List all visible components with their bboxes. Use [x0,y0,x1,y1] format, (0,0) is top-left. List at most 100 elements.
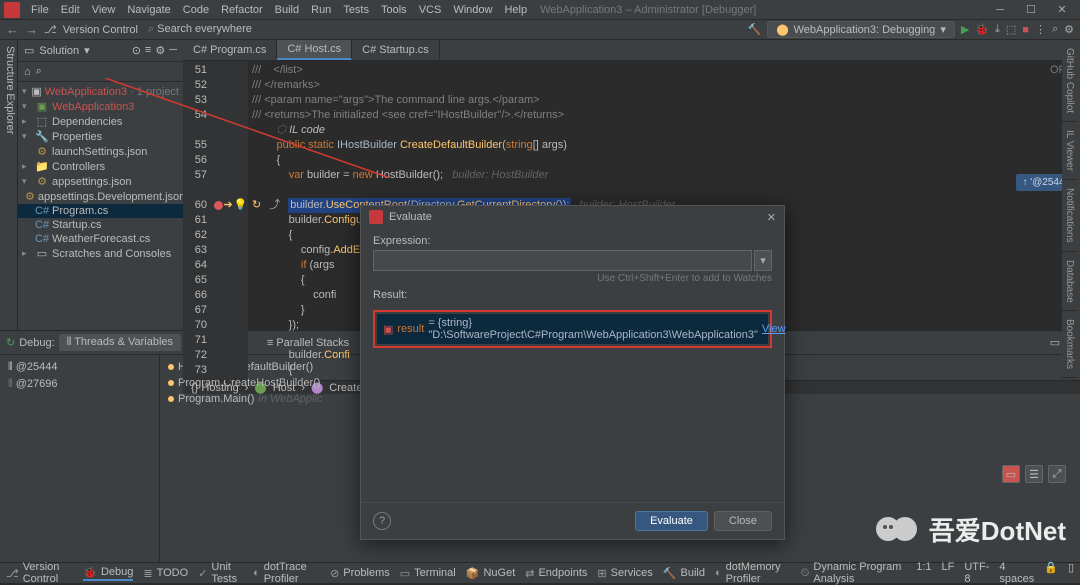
sb-services[interactable]: ⊞ Services [597,567,652,580]
close-icon[interactable]: ✕ [1048,1,1076,19]
menu-code[interactable]: Code [178,3,214,17]
sb-endpoints[interactable]: ⇄ Endpoints [525,567,587,580]
run-config-dropdown[interactable]: ⬤ WebApplication3: Debugging ▾ [767,21,955,38]
menu-run[interactable]: Run [306,3,336,17]
sb-indent[interactable]: 4 spaces [999,561,1034,585]
left-toolstrip[interactable]: Structure Explorer [0,40,18,330]
ilviewer-tab[interactable]: IL Viewer [1062,122,1077,180]
sb-enc[interactable]: UTF-8 [964,561,989,585]
evaluate-button[interactable]: Evaluate [635,511,708,531]
help-icon[interactable]: ? [373,512,391,530]
bookmarks-tab[interactable]: Bookmarks [1062,311,1077,378]
sb-dpa[interactable]: ⏲ Dynamic Program Analysis [801,561,906,585]
project-node[interactable]: ▾▣WebApplication3 [18,99,183,114]
solution-label[interactable]: Solution [39,45,79,57]
menu-tests[interactable]: Tests [338,3,374,17]
gear-icon[interactable]: ⚙ [1064,23,1074,36]
menu-navigate[interactable]: Navigate [122,3,175,17]
sb-terminal[interactable]: ▭ Terminal [400,567,456,580]
tab-host[interactable]: C# Host.cs [277,40,352,60]
hammer-icon[interactable]: 🔨 [748,23,762,36]
threads-list[interactable]: ⫴ @25444 ⫴ @27696 [0,355,160,565]
minimize-icon[interactable]: ─ [986,1,1014,19]
chevron-down-icon[interactable]: ▾ [84,44,90,57]
thread-item[interactable]: ⫴ @27696 [8,376,151,393]
coverage-icon[interactable]: ⬚ [1006,23,1016,36]
search-icon[interactable]: ⌕ [1052,23,1058,36]
tree-appsettings-dev[interactable]: ⚙appsettings.Development.json [18,189,183,204]
run-icon[interactable]: ▶ [961,23,969,36]
step-icon[interactable]: ↻ [252,198,261,213]
view-link[interactable]: View [762,323,786,335]
result-row[interactable]: ▣ result = {string} "D:\SoftwareProject\… [377,314,768,344]
stop-icon[interactable]: ■ [1022,24,1029,36]
search-icon[interactable]: ⌕ [36,65,42,78]
collapse-icon[interactable]: ≡ [145,44,151,57]
tool-icon[interactable]: ☰ [1025,465,1043,483]
tab-startup[interactable]: C# Startup.cs [352,41,440,59]
menu-edit[interactable]: Edit [56,3,85,17]
explorer-tab[interactable]: Explorer [4,93,16,134]
tree-startup[interactable]: C#Startup.cs [18,218,183,232]
sb-pos[interactable]: 1:1 [916,561,931,585]
tool-icon[interactable]: ⤢ [1048,465,1066,483]
solution-root[interactable]: ▾▣WebApplication3· 1 project [18,84,183,99]
menu-build[interactable]: Build [270,3,304,17]
history-dropdown[interactable]: ▾ [754,250,772,271]
tree-program[interactable]: C#Program.cs [18,204,183,218]
thread-item[interactable]: ⫴ @25444 [8,359,151,376]
menu-window[interactable]: Window [448,3,497,17]
home-icon[interactable]: ⌂ [24,66,31,78]
menu-tools[interactable]: Tools [376,3,412,17]
sb-lock-icon[interactable]: 🔒 [1044,561,1058,585]
tree-properties[interactable]: ▾🔧Properties [18,129,183,144]
step-icon2[interactable]: ⤴ [269,198,280,213]
lamp-icon[interactable]: 💡 [234,198,248,213]
sb-unittests[interactable]: ✓ Unit Tests [198,561,243,585]
tree-weather[interactable]: C#WeatherForecast.cs [18,232,183,246]
vc-label[interactable]: Version Control [63,24,138,36]
tree-dependencies[interactable]: ▸⬚Dependencies [18,114,183,129]
database-tab[interactable]: Database [1062,252,1077,312]
tree-scratches[interactable]: ▸▭Scratches and Consoles [18,246,183,261]
tree-appsettings[interactable]: ▾⚙appsettings.json [18,174,183,189]
nav-fwd-icon[interactable]: → [25,22,38,37]
notifications-tab[interactable]: Notifications [1062,180,1077,251]
scope-icon[interactable]: ⊙ [132,44,141,57]
sb-todo[interactable]: ≣ TODO [143,567,188,580]
tree-launchsettings[interactable]: ⚙launchSettings.json [18,144,183,159]
breakpoint-icon[interactable] [214,201,223,210]
menu-help[interactable]: Help [499,3,532,17]
search-everywhere[interactable]: ⌕ Search everywhere [148,23,252,36]
gear-icon[interactable]: ⚙ [155,44,165,57]
sb-vcs[interactable]: ⎇ Version Control [6,561,73,585]
tree-controllers[interactable]: ▸📁Controllers [18,159,183,174]
sb-dottrace[interactable]: ◐ dotTrace Profiler [253,561,320,585]
sb-dotmemory[interactable]: ◐ dotMemory Profiler [715,561,791,585]
more-icon[interactable]: ⋮ [1035,23,1046,36]
copilot-tab[interactable]: GitHub Copilot [1062,40,1077,122]
tab-program[interactable]: C# Program.cs [183,41,277,59]
maximize-icon[interactable]: ☐ [1017,1,1045,19]
expression-input[interactable] [373,250,752,271]
sb-more-icon[interactable]: ▯ [1068,561,1074,585]
sb-debug[interactable]: 🐞 Debug [83,566,133,581]
restart-icon[interactable]: ↻ [6,336,15,349]
nav-back-icon[interactable]: ← [6,22,19,37]
tool-icon[interactable]: ▭ [1002,465,1020,483]
dbg-tab-threads[interactable]: ⫴ Threads & Variables [59,334,181,351]
debug-icon[interactable]: 🐞 [975,23,989,36]
structure-tab[interactable]: Structure [4,46,16,91]
hide-icon[interactable]: ─ [169,44,177,57]
menu-vcs[interactable]: VCS [414,3,447,17]
menu-view[interactable]: View [87,3,121,17]
sb-nuget[interactable]: 📦 NuGet [466,567,516,580]
menu-file[interactable]: File [26,3,54,17]
menu-refactor[interactable]: Refactor [216,3,268,17]
sb-build[interactable]: 🔨 Build [663,567,705,580]
close-icon[interactable]: ✕ [767,211,776,224]
close-button[interactable]: Close [714,511,772,531]
sb-lf[interactable]: LF [942,561,955,585]
sb-problems[interactable]: ⊘ Problems [330,567,390,580]
attach-icon[interactable]: ⤓ [995,23,1000,36]
